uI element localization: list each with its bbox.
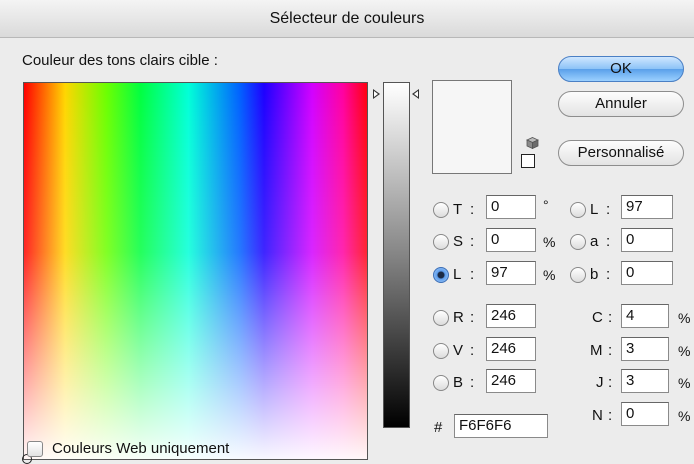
radio-red[interactable] [433, 310, 449, 326]
web-only-label: Couleurs Web uniquement [52, 440, 230, 457]
color-preview [432, 80, 512, 174]
green-label: V [453, 342, 464, 359]
cyan-label: C [592, 309, 603, 326]
lab-b-separator: : [606, 266, 611, 283]
yellow-separator: : [608, 374, 613, 391]
lab-a-label: a [590, 233, 599, 250]
radio-blue[interactable] [433, 375, 449, 391]
brightness-input[interactable]: 97 [486, 261, 536, 285]
cyan-separator: : [608, 309, 613, 326]
brightness-unit: % [543, 267, 556, 283]
black-unit: % [678, 408, 691, 424]
color-picker-dialog: Couleur des tons clairs cible : OK Annul… [0, 38, 694, 464]
hex-input[interactable]: F6F6F6 [454, 414, 548, 438]
yellow-unit: % [678, 375, 691, 391]
lab-a-separator: : [606, 233, 611, 250]
yellow-label: J [596, 374, 604, 391]
green-input[interactable]: 246 [486, 337, 536, 361]
radio-hue[interactable] [433, 202, 449, 218]
red-label: R [453, 309, 464, 326]
yellow-input[interactable]: 3 [621, 369, 669, 393]
hex-label: # [434, 419, 443, 436]
saturation-input[interactable]: 0 [486, 228, 536, 252]
blue-input[interactable]: 246 [486, 369, 536, 393]
hue-unit: ° [543, 197, 549, 213]
slider-right-arrow-icon[interactable] [412, 89, 419, 99]
lab-a-input[interactable]: 0 [621, 228, 673, 252]
lab-l-separator: : [606, 201, 611, 218]
hue-separator: : [470, 201, 475, 218]
lab-l-label: L [590, 201, 599, 218]
brightness-label: L [453, 266, 462, 283]
hue-label: T [453, 201, 463, 218]
color-field[interactable] [23, 82, 368, 460]
web-safe-swatch[interactable] [521, 154, 535, 168]
black-separator: : [608, 407, 613, 424]
saturation-separator: : [470, 233, 475, 250]
custom-button[interactable]: Personnalisé [558, 140, 684, 166]
slider-left-arrow-icon[interactable] [373, 89, 380, 99]
radio-saturation[interactable] [433, 234, 449, 250]
radio-brightness[interactable] [433, 267, 449, 283]
red-separator: : [470, 309, 475, 326]
black-label: N [592, 407, 603, 424]
ok-button[interactable]: OK [558, 56, 684, 82]
cyan-input[interactable]: 4 [621, 304, 669, 328]
brightness-separator: : [470, 266, 475, 283]
green-separator: : [470, 342, 475, 359]
lab-b-input[interactable]: 0 [621, 261, 673, 285]
blue-separator: : [470, 374, 475, 391]
saturation-label: S [453, 233, 464, 250]
out-of-gamut-cube-icon[interactable] [526, 137, 539, 149]
cyan-unit: % [678, 310, 691, 326]
black-input[interactable]: 0 [621, 402, 669, 426]
lightness-slider[interactable] [383, 82, 410, 428]
target-label: Couleur des tons clairs cible : [22, 52, 218, 69]
hue-input[interactable]: 0 [486, 195, 536, 219]
radio-lab-b[interactable] [570, 267, 586, 283]
lab-l-input[interactable]: 97 [621, 195, 673, 219]
lab-b-label: b [590, 266, 599, 283]
magenta-input[interactable]: 3 [621, 337, 669, 361]
radio-green[interactable] [433, 343, 449, 359]
radio-lab-a[interactable] [570, 234, 586, 250]
magenta-unit: % [678, 343, 691, 359]
saturation-unit: % [543, 234, 556, 250]
cancel-button[interactable]: Annuler [558, 91, 684, 117]
magenta-separator: : [608, 342, 613, 359]
blue-label: B [453, 374, 464, 391]
magenta-label: M [590, 342, 603, 359]
window-title: Sélecteur de couleurs [0, 0, 694, 38]
radio-lab-l[interactable] [570, 202, 586, 218]
red-input[interactable]: 246 [486, 304, 536, 328]
web-only-checkbox[interactable] [27, 441, 43, 457]
